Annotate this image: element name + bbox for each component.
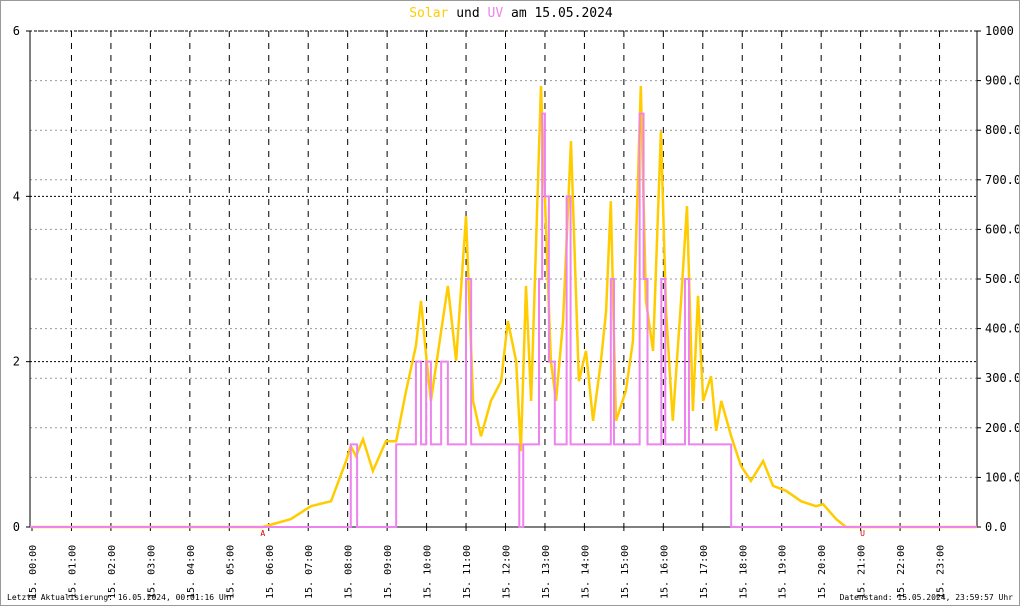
x-tick-label: 15. 07:00 bbox=[304, 545, 315, 599]
x-tick-label: 15. 19:00 bbox=[778, 545, 789, 599]
y-right-tick-label: 900.0 bbox=[985, 74, 1020, 88]
x-tick-label: 15. 08:00 bbox=[344, 545, 355, 599]
y-right-tick-label: 600.0 bbox=[985, 222, 1020, 236]
x-tick-label: 15. 10:00 bbox=[423, 545, 434, 599]
y-left-tick-label: 0 bbox=[13, 520, 20, 534]
x-tick-label: 15. 01:00 bbox=[67, 545, 78, 599]
y-left-tick-label: 4 bbox=[13, 189, 20, 203]
y-right-tick-label: 700.0 bbox=[985, 173, 1020, 187]
x-tick-label: 15. 13:00 bbox=[541, 545, 552, 599]
y-right-tick-label: 500.0 bbox=[985, 272, 1020, 286]
x-tick-label: 15. 04:00 bbox=[186, 545, 197, 599]
x-tick-label: 15. 09:00 bbox=[383, 545, 394, 599]
x-tick-label: 15. 22:00 bbox=[896, 545, 907, 599]
y-right-tick-label: 0.0 bbox=[985, 520, 1007, 534]
x-tick-label: 15. 03:00 bbox=[146, 545, 157, 599]
chart-svg: 15. 00:00 15. 01:00 15. 02:00 15. 03:00 15. … bbox=[13, 24, 1020, 599]
y-right-tick-label: 1000 bbox=[985, 24, 1014, 38]
uv-series-line bbox=[30, 112, 977, 528]
event-marker-U: U bbox=[860, 529, 865, 538]
y-right-tick-label: 800.0 bbox=[985, 123, 1020, 137]
x-tick-label: 15. 23:00 bbox=[936, 545, 947, 599]
x-tick-label: 15. 14:00 bbox=[580, 545, 591, 599]
solar-series-line bbox=[30, 86, 977, 529]
x-tick-label: 15. 00:00 bbox=[28, 545, 39, 599]
y-right-tick-label: 200.0 bbox=[985, 421, 1020, 435]
y-right-tick-label: 100.0 bbox=[985, 470, 1020, 484]
last-update: Letzte Aktualisierung: 16.05.2024, 00:01… bbox=[7, 593, 234, 602]
event-marker-A: A bbox=[260, 529, 265, 538]
x-tick-label: 15. 21:00 bbox=[857, 545, 868, 599]
x-tick-label: 15. 06:00 bbox=[265, 545, 276, 599]
data-timestamp: Datenstand: 15.05.2024, 23:59:57 Uhr bbox=[839, 593, 1013, 602]
x-tick-label: 15. 18:00 bbox=[738, 545, 749, 599]
x-tick-label: 15. 02:00 bbox=[107, 545, 118, 599]
y-right-tick-label: 400.0 bbox=[985, 322, 1020, 336]
x-tick-label: 15. 16:00 bbox=[659, 545, 670, 599]
chart-window: Solar und UV am 15.05.2024 15. 00:00 15. … bbox=[0, 0, 1020, 606]
x-tick-label: 15. 17:00 bbox=[699, 545, 710, 599]
y-right-tick-label: 300.0 bbox=[985, 371, 1020, 385]
x-tick-label: 15. 05:00 bbox=[225, 545, 236, 599]
y-left-tick-label: 2 bbox=[13, 355, 20, 369]
x-tick-label: 15. 12:00 bbox=[502, 545, 513, 599]
x-tick-label: 15. 20:00 bbox=[817, 545, 828, 599]
x-tick-label: 15. 15:00 bbox=[620, 545, 631, 599]
x-tick-label: 15. 11:00 bbox=[462, 545, 473, 599]
y-left-tick-label: 6 bbox=[13, 24, 20, 38]
